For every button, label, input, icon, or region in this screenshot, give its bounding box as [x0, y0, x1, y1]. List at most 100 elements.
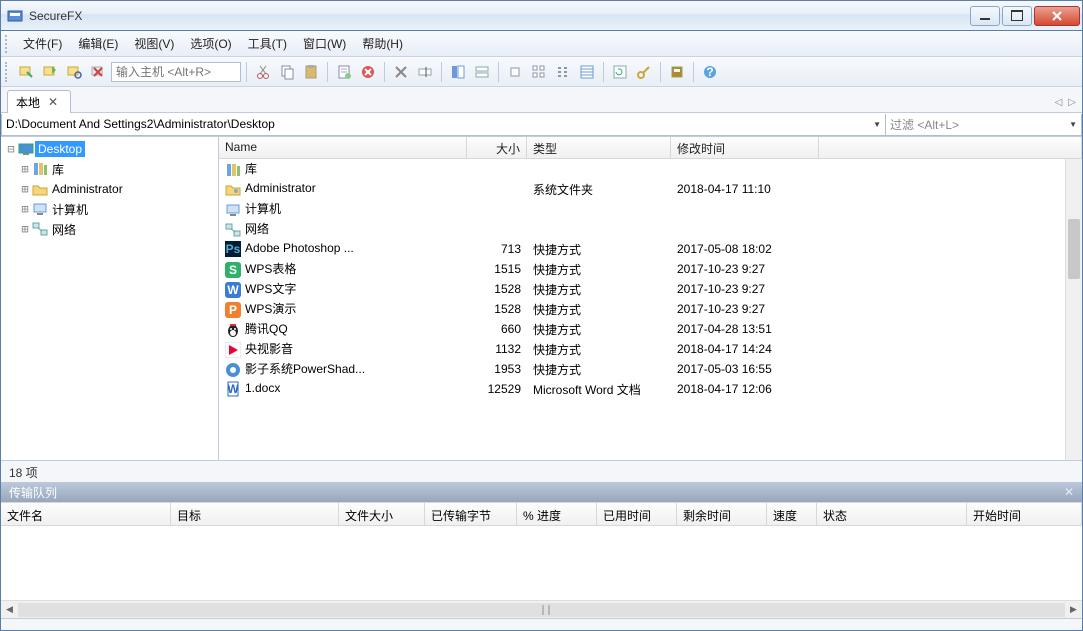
menu-view[interactable]: 视图(V)	[126, 31, 182, 56]
tab-next-button[interactable]: ▷	[1068, 97, 1076, 108]
qcol-transferred[interactable]: 已传输字节	[425, 503, 517, 525]
user-folder-icon	[31, 181, 49, 197]
file-row[interactable]: 计算机	[219, 199, 1082, 219]
tab-close-button[interactable]: ✕	[46, 95, 60, 109]
qcol-remaining[interactable]: 剩余时间	[677, 503, 767, 525]
tree-node-desktop[interactable]: ⊟ Desktop	[3, 139, 216, 159]
col-modified[interactable]: 修改时间	[671, 137, 819, 158]
view-details-button[interactable]	[576, 61, 598, 83]
expand-icon[interactable]: ⊞	[19, 182, 31, 196]
delete-button[interactable]	[357, 61, 379, 83]
menu-options[interactable]: 选项(O)	[182, 31, 239, 56]
resize-strip	[1, 618, 1082, 630]
powershadow-icon	[225, 362, 241, 378]
expand-icon[interactable]: ⊞	[19, 202, 31, 216]
col-type[interactable]: 类型	[527, 137, 671, 158]
file-modified: 2018-04-17 14:24	[671, 342, 819, 356]
file-row[interactable]: PWPS演示1528快捷方式2017-10-23 9:27	[219, 299, 1082, 319]
file-name: 影子系统PowerShad...	[245, 362, 365, 376]
dropdown-icon[interactable]: ▼	[1069, 120, 1077, 129]
help-button[interactable]: ?	[699, 61, 721, 83]
file-row[interactable]: 央视影音1132快捷方式2018-04-17 14:24	[219, 339, 1082, 359]
scroll-right-icon[interactable]: ▶	[1065, 604, 1082, 615]
qcol-start[interactable]: 开始时间	[967, 503, 1082, 525]
paste-button[interactable]	[300, 61, 322, 83]
folder-tree[interactable]: ⊟ Desktop ⊞ 库 ⊞ Administrator ⊞ 计算机 ⊞ 网络	[1, 137, 219, 460]
view-small-icons-button[interactable]	[528, 61, 550, 83]
rename-button[interactable]	[414, 61, 436, 83]
file-pane: Name 大小 类型 修改时间 库Administrator系统文件夹2018-…	[219, 137, 1082, 460]
queue-body[interactable]	[1, 526, 1082, 600]
status-bar: 18 项	[1, 460, 1082, 482]
filter-input[interactable]: 过滤 <Alt+L> ▼	[886, 114, 1082, 136]
col-size[interactable]: 大小	[467, 137, 527, 158]
close-button[interactable]	[1034, 6, 1080, 26]
reconnect-button[interactable]	[63, 61, 85, 83]
scroll-left-icon[interactable]: ◀	[1, 604, 18, 615]
connect-button[interactable]	[15, 61, 37, 83]
qcol-filename[interactable]: 文件名	[1, 503, 171, 525]
file-row[interactable]: 库	[219, 159, 1082, 179]
properties-button[interactable]	[333, 61, 355, 83]
qcol-target[interactable]: 目标	[171, 503, 339, 525]
file-row[interactable]: W1.docx12529Microsoft Word 文档2018-04-17 …	[219, 379, 1082, 399]
tree-node-computer[interactable]: ⊞ 计算机	[3, 199, 216, 219]
key-icon[interactable]	[633, 61, 655, 83]
file-modified: 2017-10-23 9:27	[671, 302, 819, 316]
wps-s-icon: S	[225, 262, 241, 278]
refresh-button[interactable]	[609, 61, 631, 83]
tree-toggle-button[interactable]	[447, 61, 469, 83]
menu-window[interactable]: 窗口(W)	[295, 31, 354, 56]
copy-button[interactable]	[276, 61, 298, 83]
folder-user-icon	[225, 181, 241, 197]
vertical-scrollbar[interactable]	[1065, 159, 1082, 460]
file-row[interactable]: WWPS文字1528快捷方式2017-10-23 9:27	[219, 279, 1082, 299]
expand-icon[interactable]: ⊞	[19, 222, 31, 236]
menu-file[interactable]: 文件(F)	[15, 31, 70, 56]
tree-node-administrator[interactable]: ⊞ Administrator	[3, 179, 216, 199]
collapse-icon[interactable]: ⊟	[5, 142, 17, 156]
tree-node-libraries[interactable]: ⊞ 库	[3, 159, 216, 179]
qcol-speed[interactable]: 速度	[767, 503, 817, 525]
file-size: 1528	[467, 282, 527, 296]
view-large-icons-button[interactable]	[504, 61, 526, 83]
qcol-progress[interactable]: % 进度	[517, 503, 597, 525]
minimize-button[interactable]	[970, 6, 1000, 26]
qcol-filesize[interactable]: 文件大小	[339, 503, 425, 525]
file-row[interactable]: Administrator系统文件夹2018-04-17 11:10	[219, 179, 1082, 199]
tab-prev-button[interactable]: ◁	[1055, 97, 1063, 108]
menu-edit[interactable]: 编辑(E)	[70, 31, 126, 56]
menu-help[interactable]: 帮助(H)	[354, 31, 411, 56]
cut-button[interactable]	[252, 61, 274, 83]
queue-close-button[interactable]: ✕	[1064, 485, 1074, 499]
file-row[interactable]: SWPS表格1515快捷方式2017-10-23 9:27	[219, 259, 1082, 279]
menubar: 文件(F) 编辑(E) 视图(V) 选项(O) 工具(T) 窗口(W) 帮助(H…	[1, 31, 1082, 57]
delete-remote-button[interactable]	[390, 61, 412, 83]
transfer-queue-button[interactable]	[471, 61, 493, 83]
file-row[interactable]: 影子系统PowerShad...1953快捷方式2017-05-03 16:55	[219, 359, 1082, 379]
file-row[interactable]: 腾讯QQ660快捷方式2017-04-28 13:51	[219, 319, 1082, 339]
address-input[interactable]: D:\Document And Settings2\Administrator\…	[1, 114, 886, 136]
file-modified: 2018-04-17 12:06	[671, 382, 819, 396]
col-name[interactable]: Name	[219, 137, 467, 158]
disconnect-button[interactable]	[87, 61, 109, 83]
dropdown-icon[interactable]: ▼	[873, 120, 881, 129]
file-name: WPS表格	[245, 262, 296, 276]
tree-node-network[interactable]: ⊞ 网络	[3, 219, 216, 239]
col-spacer	[819, 137, 1082, 158]
file-name: 网络	[245, 222, 269, 236]
file-row[interactable]: PsAdobe Photoshop ...713快捷方式2017-05-08 1…	[219, 239, 1082, 259]
qcol-elapsed[interactable]: 已用时间	[597, 503, 677, 525]
file-row[interactable]: 网络	[219, 219, 1082, 239]
view-list-button[interactable]	[552, 61, 574, 83]
qcol-status[interactable]: 状态	[817, 503, 967, 525]
maximize-button[interactable]	[1002, 6, 1032, 26]
options-button[interactable]	[666, 61, 688, 83]
menu-tools[interactable]: 工具(T)	[240, 31, 295, 56]
file-list[interactable]: 库Administrator系统文件夹2018-04-17 11:10计算机网络…	[219, 159, 1082, 460]
quick-connect-button[interactable]	[39, 61, 61, 83]
expand-icon[interactable]: ⊞	[19, 162, 31, 176]
host-input[interactable]	[111, 62, 241, 82]
tab-local[interactable]: 本地 ✕	[7, 90, 71, 113]
queue-hscrollbar[interactable]: ◀ ▶	[1, 600, 1082, 618]
